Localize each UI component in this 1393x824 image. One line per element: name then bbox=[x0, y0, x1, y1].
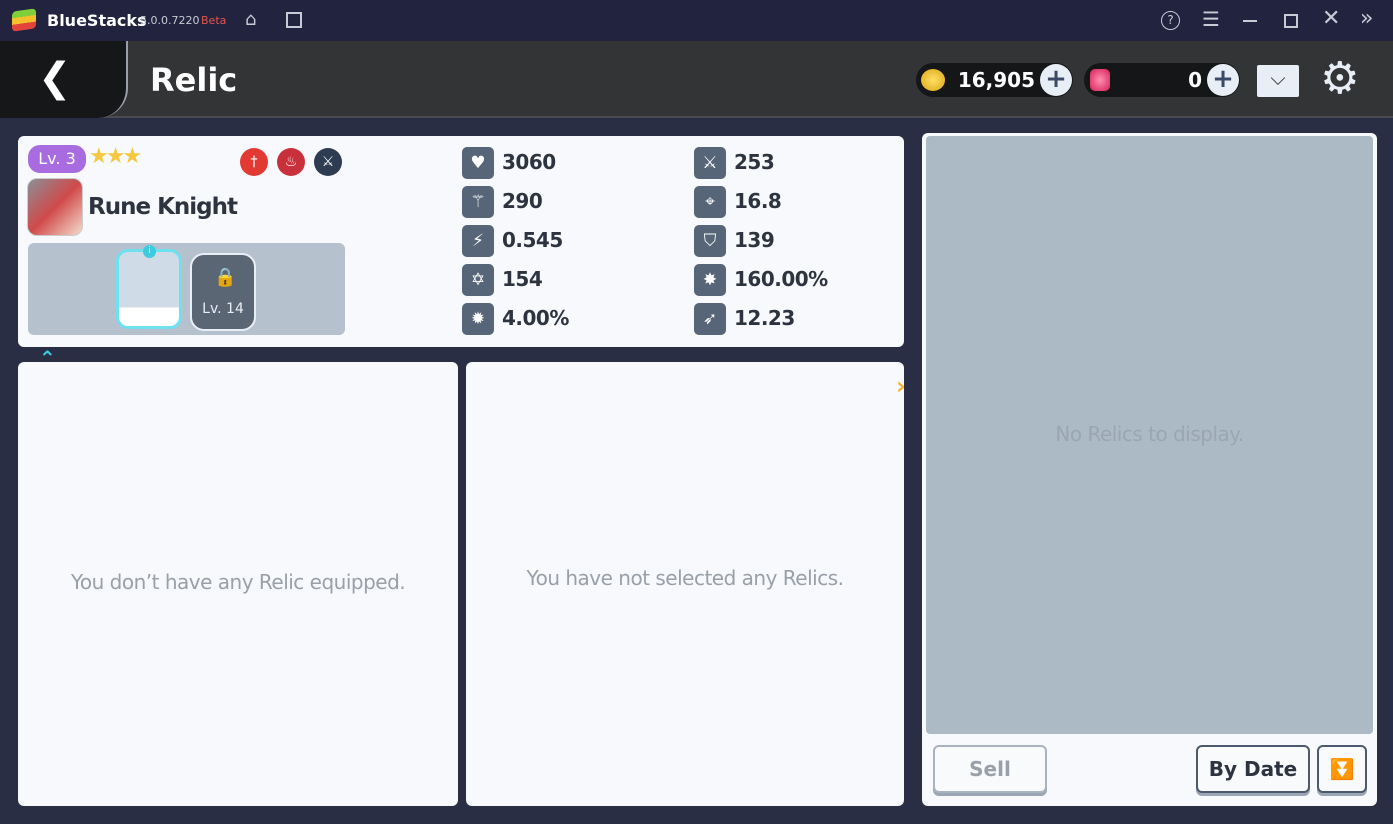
expand-sidebar-icon[interactable]: » bbox=[1360, 6, 1373, 31]
stat-value: 12.23 bbox=[734, 306, 795, 330]
red-sword-element-icon: † bbox=[240, 148, 268, 176]
close-icon[interactable]: ✕ bbox=[1322, 6, 1340, 31]
sell-button[interactable]: Sell bbox=[933, 745, 1047, 793]
sort-by-date-button[interactable]: By Date bbox=[1196, 745, 1310, 793]
back-button[interactable]: ❮ bbox=[0, 41, 128, 118]
stat-value: 139 bbox=[734, 228, 775, 252]
hero-avatar[interactable] bbox=[27, 178, 83, 236]
stat-value: 16.8 bbox=[734, 189, 782, 213]
inventory-grid: No Relics to display. bbox=[926, 136, 1373, 734]
info-badge[interactable]: i bbox=[143, 245, 156, 258]
fire-element-icon: ♨ bbox=[277, 148, 305, 176]
relic-inventory-panel: No Relics to display. Sell By Date ⏬ bbox=[922, 133, 1377, 806]
selected-empty-message: You have not selected any Relics. bbox=[526, 566, 844, 590]
gem-amount: 0 bbox=[1188, 68, 1202, 92]
swordsman-class-icon: ⚔ bbox=[314, 148, 342, 176]
app-version: 5.0.0.7220 bbox=[140, 14, 200, 27]
add-gem-button[interactable]: + bbox=[1207, 64, 1239, 96]
app-name: BlueStacks bbox=[47, 11, 147, 30]
back-arrow-icon: ❮ bbox=[38, 55, 72, 101]
settings-gear-icon[interactable]: ⚙ bbox=[1320, 53, 1359, 104]
multi-instance-icon[interactable] bbox=[286, 12, 302, 28]
attack-icon: ⚔ bbox=[694, 147, 726, 179]
stat-value: 154 bbox=[502, 267, 543, 291]
lock-icon: 🔒 bbox=[214, 267, 237, 288]
add-gold-button[interactable]: + bbox=[1040, 64, 1072, 96]
magic-defense-icon: ✡ bbox=[462, 264, 494, 296]
magic-icon: ⚚ bbox=[462, 186, 494, 218]
relic-slot-1[interactable]: i bbox=[116, 245, 182, 329]
gold-coin-icon bbox=[921, 69, 945, 91]
level-badge: Lv. 3 bbox=[28, 145, 86, 173]
stat-value: 253 bbox=[734, 150, 775, 174]
speed-icon: ➶ bbox=[694, 303, 726, 335]
menu-icon[interactable]: ☰ bbox=[1202, 7, 1220, 31]
equipped-relic-panel: You don’t have any Relic equipped. bbox=[18, 362, 458, 806]
sort-order-button[interactable]: ⏬ bbox=[1317, 745, 1367, 793]
bluestacks-logo-icon bbox=[12, 8, 36, 32]
beta-label: Beta bbox=[201, 14, 227, 27]
relic-slot-2-locked[interactable]: 🔒 Lv. 14 bbox=[190, 253, 256, 331]
stat-value: 0.545 bbox=[502, 228, 563, 252]
stat-value: 3060 bbox=[502, 150, 556, 174]
double-chevron-down-icon: ⏬ bbox=[1329, 757, 1355, 781]
selected-relic-panel: You have not selected any Relics. bbox=[466, 362, 904, 806]
accuracy-icon: ⌖ bbox=[694, 186, 726, 218]
page-header: ❮ Relic 16,905 + 0 + ⌵ ⚙ bbox=[0, 41, 1393, 118]
stat-value: 4.00% bbox=[502, 306, 569, 330]
gold-counter: 16,905 + bbox=[916, 63, 1073, 97]
hero-info-card: Lv. 3 ★★★ † ♨ ⚔ Rune Knight i 🔒 Lv. 14 ♥… bbox=[18, 136, 904, 347]
inventory-empty-message: No Relics to display. bbox=[1055, 422, 1244, 446]
help-icon[interactable]: ? bbox=[1161, 11, 1180, 30]
crit-rate-icon: ✹ bbox=[462, 303, 494, 335]
title-bar: BlueStacks 5.0.0.7220 Beta ⌂ ? ☰ ✕ » bbox=[0, 0, 1393, 41]
gold-amount: 16,905 bbox=[957, 68, 1035, 92]
relic-slot-banner: i 🔒 Lv. 14 bbox=[28, 243, 345, 335]
stat-value: 160.00% bbox=[734, 267, 828, 291]
gem-counter: 0 + bbox=[1084, 63, 1240, 97]
expand-arrow-right-icon[interactable]: › bbox=[896, 372, 906, 400]
star-rating: ★★★ bbox=[89, 144, 142, 169]
defense-icon: ⛉ bbox=[694, 225, 726, 257]
hp-icon: ♥ bbox=[462, 147, 494, 179]
mail-icon[interactable]: ⌵ bbox=[1257, 65, 1299, 97]
stat-value: 290 bbox=[502, 189, 543, 213]
home-icon[interactable]: ⌂ bbox=[245, 9, 256, 30]
hero-name: Rune Knight bbox=[88, 194, 238, 220]
crit-damage-icon: ✸ bbox=[694, 264, 726, 296]
attack-speed-icon: ⚡ bbox=[462, 225, 494, 257]
equipped-empty-message: You don’t have any Relic equipped. bbox=[70, 570, 406, 594]
slot-unlock-level: Lv. 14 bbox=[202, 301, 244, 317]
page-title: Relic bbox=[150, 61, 238, 99]
gem-icon bbox=[1090, 69, 1110, 91]
minimize-icon[interactable] bbox=[1243, 20, 1257, 22]
maximize-icon[interactable] bbox=[1284, 14, 1298, 28]
